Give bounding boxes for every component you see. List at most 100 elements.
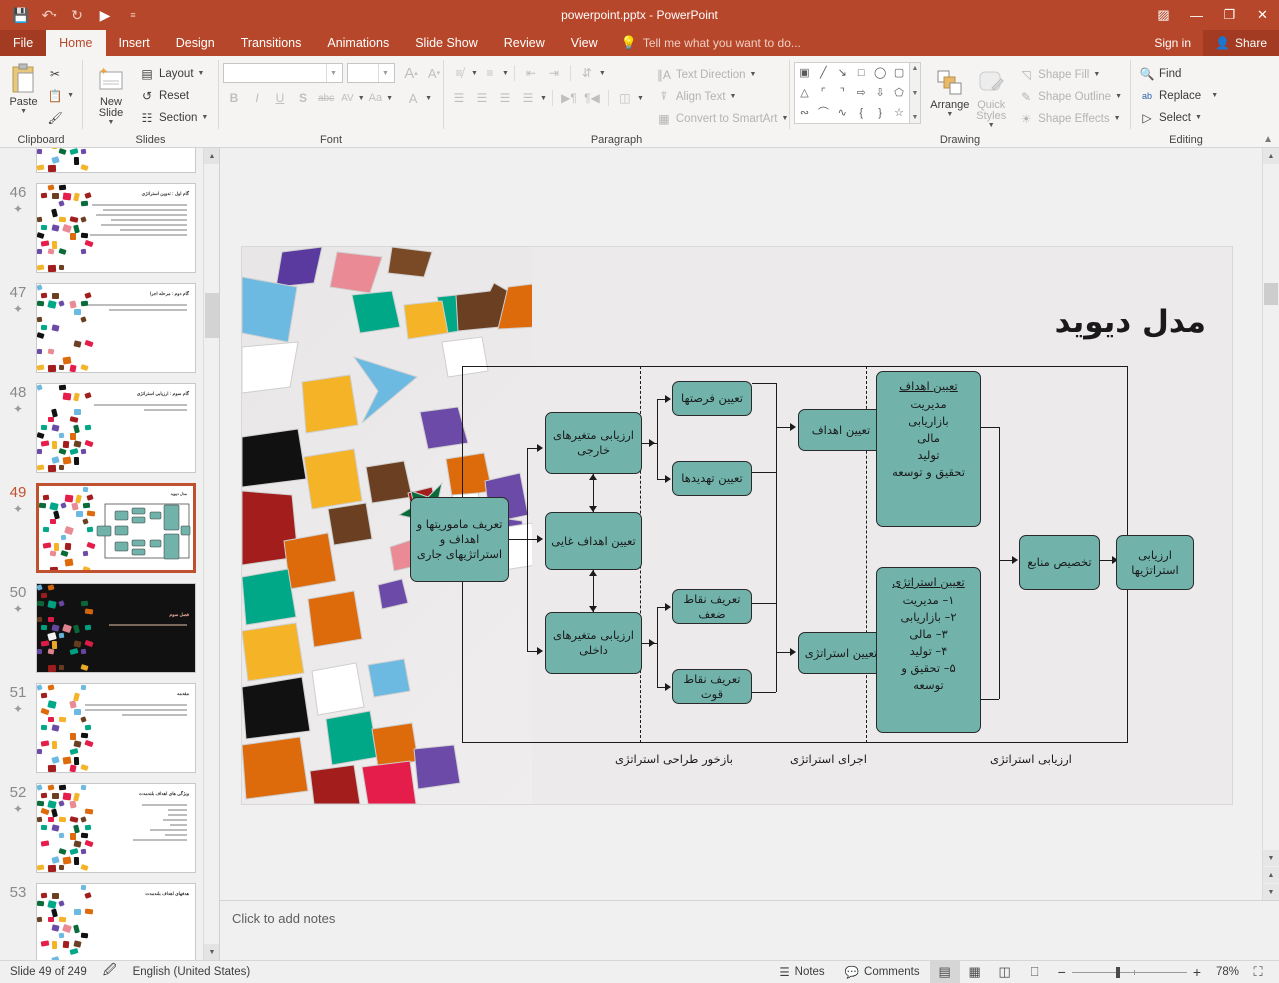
- find-button[interactable]: 🔍 Find: [1135, 63, 1222, 84]
- tab-review[interactable]: Review: [491, 30, 558, 56]
- tab-home[interactable]: Home: [46, 30, 105, 56]
- new-slide-caret[interactable]: ▼: [108, 119, 115, 126]
- shape-right-brace-icon[interactable]: }: [878, 108, 882, 119]
- tab-design[interactable]: Design: [163, 30, 228, 56]
- tell-me-search[interactable]: 💡 Tell me what you want to do...: [621, 30, 801, 56]
- shape-left-brace-icon[interactable]: {: [859, 108, 863, 119]
- slide-show-view-button[interactable]: ⎕: [1020, 961, 1050, 983]
- character-spacing-caret[interactable]: ▼: [358, 95, 365, 102]
- bold-button[interactable]: B: [223, 87, 245, 109]
- scroll-down-icon[interactable]: ▼: [1263, 850, 1279, 866]
- scroll-up-icon[interactable]: ▲: [204, 148, 220, 164]
- tab-slide-show[interactable]: Slide Show: [402, 30, 491, 56]
- thumbnail-slide[interactable]: گام سوم : ارزیابی استراتژی: [36, 383, 196, 473]
- slide-canvas[interactable]: مدل دیوید تعریف ماموریتها و اهداف و استر…: [220, 148, 1279, 900]
- arrange-button[interactable]: Arrange ▼: [927, 62, 972, 118]
- bullets-caret[interactable]: ▼: [471, 70, 478, 77]
- numbering-caret[interactable]: ▼: [502, 70, 509, 77]
- columns-caret[interactable]: ▼: [637, 95, 644, 102]
- node-strengths[interactable]: تعریف نقاط قوت: [672, 669, 752, 704]
- normal-view-button[interactable]: ▤: [930, 961, 960, 983]
- save-icon[interactable]: 💾: [8, 3, 34, 27]
- ltr-text-direction-button[interactable]: ▶¶: [558, 87, 580, 109]
- format-painter-button[interactable]: 🖌: [43, 107, 78, 128]
- copy-button[interactable]: 📋 ▼: [43, 85, 78, 106]
- share-button[interactable]: 👤 Share: [1203, 30, 1279, 56]
- list-item[interactable]: 52 ✦ ویژگی های اهداف بلندمدت: [0, 778, 219, 878]
- gallery-scroll-up-icon[interactable]: ▲: [911, 65, 918, 72]
- redo-icon[interactable]: ↻: [64, 3, 90, 27]
- list-item[interactable]: 46 ✦ گام اول : تدوین استراتژی: [0, 178, 219, 278]
- scrollbar-thumb[interactable]: [205, 293, 219, 338]
- next-slide-icon[interactable]: ▼: [1263, 884, 1279, 900]
- shape-elbow-arrow-icon[interactable]: ⌝: [840, 88, 845, 99]
- character-spacing-button[interactable]: AV: [338, 87, 357, 109]
- line-spacing-caret[interactable]: ▼: [599, 70, 606, 77]
- reset-button[interactable]: ↺ Reset: [135, 85, 212, 106]
- increase-indent-button[interactable]: ⇥: [543, 62, 565, 84]
- grow-font-button[interactable]: A ▴: [400, 62, 422, 84]
- thumbnail-slide[interactable]: [36, 148, 196, 173]
- shape-outline-button[interactable]: ✎ Shape Outline ▼: [1014, 86, 1126, 107]
- spelling-icon[interactable]: 🖉: [103, 961, 117, 983]
- editor-scrollbar[interactable]: ▲ ▼ ▲ ▼: [1262, 148, 1279, 900]
- notes-pane[interactable]: Click to add notes: [220, 900, 1279, 960]
- ribbon-display-options-icon[interactable]: ▨: [1147, 0, 1180, 30]
- reading-view-button[interactable]: ◫: [990, 961, 1020, 983]
- node-internal-variables[interactable]: ارزیابی متغیرهای داخلی: [545, 612, 642, 674]
- scroll-down-icon[interactable]: ▼: [204, 944, 220, 960]
- node-weaknesses[interactable]: تعریف نقاط ضعف: [672, 589, 752, 624]
- columns-button[interactable]: ◫: [614, 87, 636, 109]
- node-external-variables[interactable]: ارزیابی متغیرهای خارجی: [545, 412, 642, 474]
- paste-button[interactable]: Paste ▼: [4, 59, 43, 115]
- restore-icon[interactable]: ❐: [1213, 0, 1246, 30]
- node-ultimate-goals[interactable]: تعیین اهداف غایی: [545, 512, 642, 570]
- replace-caret[interactable]: ▼: [1211, 92, 1218, 99]
- change-case-caret[interactable]: ▼: [386, 95, 393, 102]
- list-item[interactable]: 51 ✦ مقدمه: [0, 678, 219, 778]
- text-direction-button[interactable]: ∥A Text Direction ▼: [652, 64, 793, 85]
- shape-oval-icon[interactable]: ◯: [874, 68, 886, 79]
- section-button[interactable]: ☷ Section ▼: [135, 107, 212, 128]
- shape-curve-icon[interactable]: ∿: [838, 108, 847, 119]
- thumbnail-scrollbar[interactable]: ▲ ▼: [203, 148, 219, 960]
- shape-down-arrow-icon[interactable]: ⇩: [876, 88, 885, 99]
- panel-strategy[interactable]: تعیین استراتژی ۱– مدیریت ۲– بازاریابی ۳–…: [876, 567, 981, 733]
- undo-icon[interactable]: ↶ ▾: [36, 3, 62, 27]
- notes-button[interactable]: ☰ Notes: [769, 961, 834, 983]
- align-right-button[interactable]: ☰: [494, 87, 516, 109]
- convert-to-smartart-button[interactable]: ▦ Convert to SmartArt ▼: [652, 108, 793, 129]
- shrink-font-button[interactable]: A ▾: [423, 62, 445, 84]
- font-name-input[interactable]: ▼: [223, 63, 343, 83]
- gallery-more-icon[interactable]: ▼: [911, 114, 918, 121]
- line-spacing-button[interactable]: ⇵: [576, 62, 598, 84]
- language-label[interactable]: English (United States): [133, 966, 251, 978]
- italic-button[interactable]: I: [246, 87, 268, 109]
- justify-button[interactable]: ☰: [517, 87, 539, 109]
- list-item[interactable]: 53 هدفهای اهداف بلندمدت: [0, 878, 219, 960]
- thumbnail-slide[interactable]: گام دوم : مرحله اجرا: [36, 283, 196, 373]
- gallery-scroll-down-icon[interactable]: ▼: [911, 90, 918, 97]
- list-item-selected[interactable]: 49 ✦ مدل دیوید: [0, 478, 219, 578]
- underline-button[interactable]: U: [269, 87, 291, 109]
- quick-styles-button[interactable]: Quick Styles ▼: [972, 62, 1010, 129]
- thumbnail-slide[interactable]: هدفهای اهداف بلندمدت: [36, 883, 196, 960]
- align-text-button[interactable]: ⍒ Align Text ▼: [652, 86, 793, 107]
- slide-sorter-view-button[interactable]: ▦: [960, 961, 990, 983]
- tab-file[interactable]: File: [0, 30, 46, 56]
- node-mission[interactable]: تعریف ماموریتها و اهداف و استراتژیهای جا…: [410, 497, 509, 582]
- numbering-button[interactable]: ≡: [479, 62, 501, 84]
- font-color-caret[interactable]: ▼: [425, 95, 432, 102]
- shape-rounded-rect-icon[interactable]: ▢: [894, 68, 904, 79]
- text-shadow-button[interactable]: S: [292, 87, 314, 109]
- zoom-knob[interactable]: [1116, 967, 1120, 978]
- shape-line-icon[interactable]: ╱: [820, 68, 827, 79]
- zoom-percentage[interactable]: 78%: [1209, 966, 1239, 978]
- thumbnail-slide[interactable]: مدل دیوید: [36, 483, 196, 573]
- comments-button[interactable]: 💬 Comments: [835, 961, 930, 983]
- shape-fill-button[interactable]: ◹ Shape Fill ▼: [1014, 64, 1126, 85]
- bullets-button[interactable]: ≡: [448, 62, 470, 84]
- close-icon[interactable]: ✕: [1246, 0, 1279, 30]
- customize-qat-icon[interactable]: ≡: [120, 3, 146, 27]
- select-button[interactable]: ▷ Select ▼: [1135, 107, 1222, 128]
